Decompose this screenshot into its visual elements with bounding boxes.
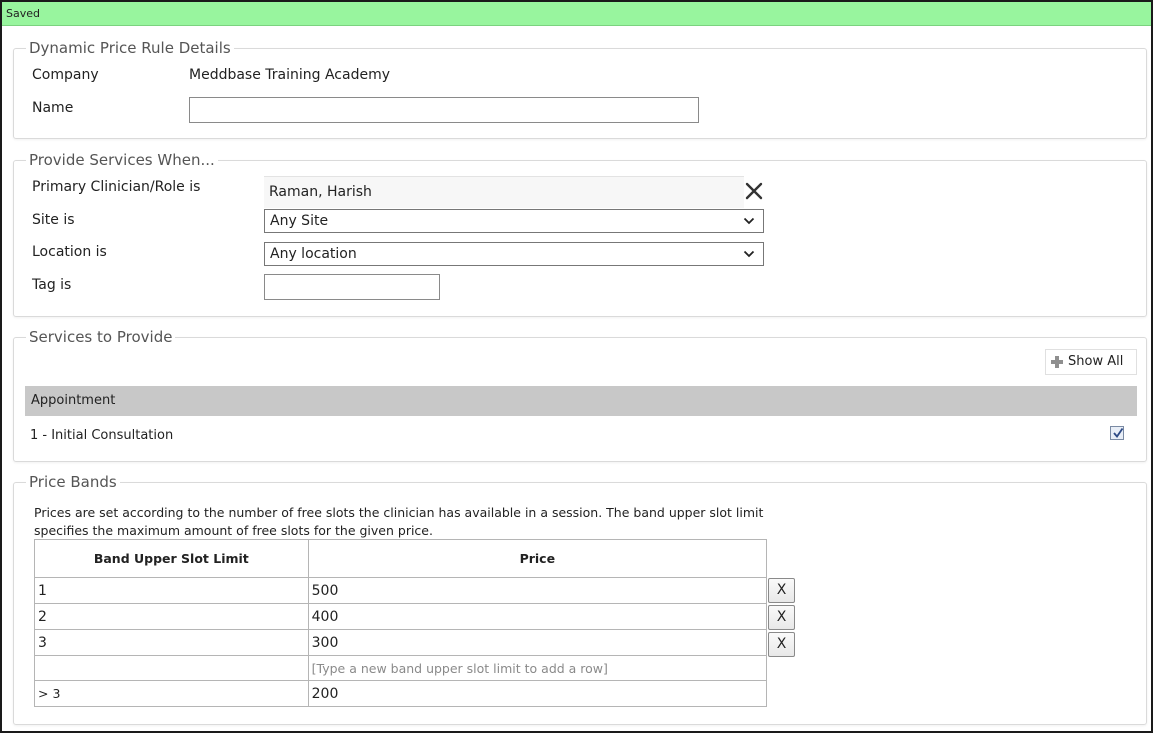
price-cell[interactable]: 400 (307, 603, 768, 630)
service-item-label: 1 - Initial Consultation (30, 428, 174, 443)
provide-group: Provide Services When... Primary Clinici… (13, 151, 1147, 317)
tag-label: Tag is (32, 277, 72, 293)
show-all-button[interactable]: Show All (1045, 349, 1137, 375)
services-legend: Services to Provide (26, 328, 176, 346)
table-row: 3 300 (34, 629, 768, 656)
new-limit-cell[interactable] (34, 655, 309, 681)
tag-input[interactable] (264, 274, 440, 300)
table-row: 1 500 (34, 577, 768, 604)
status-bar: Saved (2, 2, 1151, 26)
limit-cell[interactable]: 1 (34, 577, 309, 604)
chevron-down-icon (743, 217, 755, 225)
table-row: 2 400 (34, 603, 768, 630)
limit-cell[interactable]: 3 (34, 629, 309, 656)
provide-legend: Provide Services When... (26, 151, 218, 169)
delete-row-button[interactable]: X (768, 632, 795, 657)
price-cell[interactable]: 500 (307, 577, 768, 604)
limit-cell[interactable]: 2 (34, 603, 309, 630)
details-group: Dynamic Price Rule Details Company Meddb… (13, 39, 1147, 139)
delete-row-button[interactable]: X (768, 605, 795, 630)
clinician-value[interactable]: Raman, Harish (264, 176, 744, 208)
name-label: Name (32, 100, 74, 116)
checkmark-icon (1113, 427, 1124, 438)
company-value: Meddbase Training Academy (189, 67, 391, 83)
new-row-hint[interactable]: [Type a new band upper slot limit to add… (307, 655, 768, 681)
final-price-cell[interactable]: 200 (307, 680, 768, 707)
site-select[interactable]: Any Site (264, 209, 764, 233)
location-label: Location is (32, 244, 107, 260)
services-group: Services to Provide Show All Appointment… (13, 328, 1147, 462)
bands-group: Price Bands Prices are set according to … (13, 473, 1147, 725)
clear-clinician-icon[interactable] (744, 181, 764, 201)
location-select[interactable]: Any location (264, 242, 764, 266)
final-limit-cell: > 3 (34, 680, 309, 707)
name-input[interactable] (189, 97, 699, 123)
bands-header-row: Band Upper Slot Limit Price (34, 539, 768, 578)
appointment-group-header: Appointment (25, 386, 1137, 416)
location-select-value: Any location (270, 246, 357, 262)
delete-row-button[interactable]: X (768, 578, 795, 603)
site-select-value: Any Site (270, 213, 329, 229)
col-limit-header: Band Upper Slot Limit (34, 539, 309, 578)
company-label: Company (32, 67, 99, 83)
dialog-frame: Saved Dynamic Price Rule Details Company… (0, 0, 1153, 733)
details-legend: Dynamic Price Rule Details (26, 39, 234, 57)
final-row: > 3 200 (34, 680, 768, 707)
clinician-label: Primary Clinician/Role is (32, 179, 201, 195)
bands-description: Prices are set according to the number o… (34, 505, 764, 538)
col-price-header: Price (307, 539, 768, 578)
bands-legend: Price Bands (26, 473, 120, 491)
bands-table: Band Upper Slot Limit Price 1 500 2 400 … (34, 539, 768, 707)
new-row: [Type a new band upper slot limit to add… (34, 655, 768, 681)
service-item-checkbox[interactable] (1110, 426, 1124, 440)
show-all-label: Show All (1068, 354, 1124, 369)
price-cell[interactable]: 300 (307, 629, 768, 656)
site-label: Site is (32, 212, 75, 228)
plus-icon (1051, 356, 1063, 368)
chevron-down-icon (743, 250, 755, 258)
